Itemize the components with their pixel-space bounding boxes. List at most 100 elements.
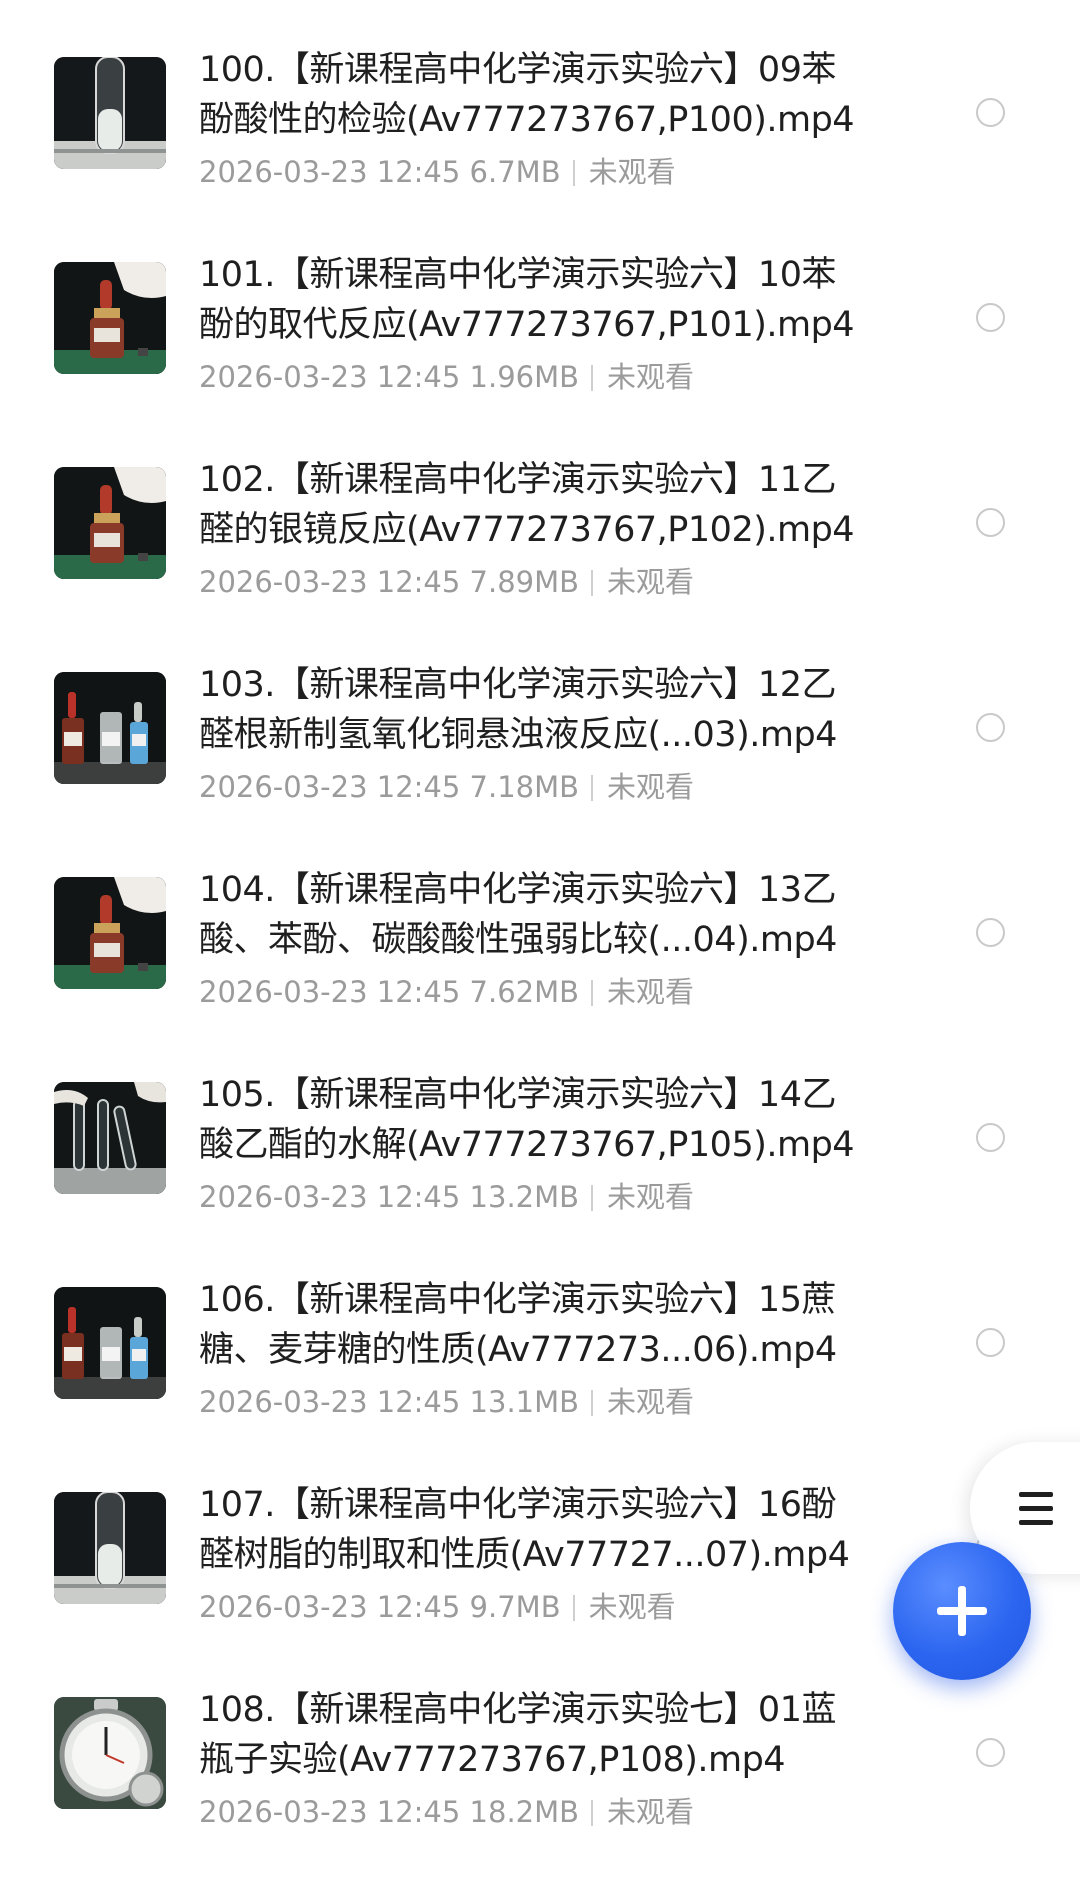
video-thumbnail[interactable]	[54, 1697, 166, 1809]
file-meta: 2026-03-23 12:45 9.7MB 未观看	[199, 1587, 676, 1627]
file-size: 9.7MB	[469, 1590, 561, 1624]
meta-divider	[591, 570, 594, 596]
thumbnail-test-tubes-image	[54, 1082, 166, 1194]
file-meta: 2026-03-23 12:45 7.62MB 未观看	[199, 972, 694, 1012]
file-row[interactable]: 104.【新课程高中化学演示实验六】13乙 酸、苯酚、碳酸酸性强弱比较(...04…	[0, 870, 1080, 1082]
video-thumbnail[interactable]	[54, 467, 166, 579]
file-meta: 2026-03-23 12:45 7.89MB 未观看	[199, 562, 694, 602]
file-title-line2: 醛树脂的制取和性质(Av77727...07).mp4	[199, 1535, 850, 1575]
file-title-line2: 酸乙酯的水解(Av777273767,P105).mp4	[199, 1125, 855, 1165]
select-radio-icon[interactable]	[976, 918, 1005, 947]
file-date: 2026-03-23 12:45	[199, 1180, 461, 1214]
watch-status: 未观看	[607, 1795, 695, 1829]
file-meta: 2026-03-23 12:45 6.7MB 未观看	[199, 152, 676, 192]
meta-divider	[572, 1595, 575, 1621]
thumbnail-dropper-bottle-image	[54, 467, 166, 579]
file-title-line1: 105.【新课程高中化学演示实验六】14乙	[199, 1075, 836, 1115]
file-row[interactable]: 101.【新课程高中化学演示实验六】10苯 酚的取代反应(Av777273767,…	[0, 255, 1080, 467]
file-title-line1: 107.【新课程高中化学演示实验六】16酚	[199, 1485, 836, 1525]
meta-divider	[591, 1185, 594, 1211]
video-thumbnail[interactable]	[54, 262, 166, 374]
file-title[interactable]: 102.【新课程高中化学演示实验六】11乙 醛的银镜反应(Av777273767,…	[199, 455, 879, 555]
watch-status: 未观看	[607, 975, 695, 1009]
thumbnail-dropper-bottle-image	[54, 262, 166, 374]
meta-divider	[591, 1390, 594, 1416]
file-title-line1: 104.【新课程高中化学演示实验六】13乙	[199, 870, 836, 910]
watch-status: 未观看	[607, 1180, 695, 1214]
file-title[interactable]: 100.【新课程高中化学演示实验六】09苯 酚酸性的检验(Av777273767,…	[199, 45, 879, 145]
video-thumbnail[interactable]	[54, 877, 166, 989]
file-title[interactable]: 105.【新课程高中化学演示实验六】14乙 酸乙酯的水解(Av777273767,…	[199, 1070, 879, 1170]
file-title-line2: 醛的银镜反应(Av777273767,P102).mp4	[199, 510, 855, 550]
file-title-line2: 瓶子实验(Av777273767,P108).mp4	[199, 1740, 786, 1780]
select-radio-icon[interactable]	[976, 508, 1005, 537]
file-meta: 2026-03-23 12:45 7.18MB 未观看	[199, 767, 694, 807]
file-title[interactable]: 108.【新课程高中化学演示实验七】01蓝 瓶子实验(Av777273767,P1…	[199, 1685, 879, 1785]
file-size: 18.2MB	[469, 1795, 580, 1829]
file-row[interactable]: 102.【新课程高中化学演示实验六】11乙 醛的银镜反应(Av777273767,…	[0, 460, 1080, 672]
watch-status: 未观看	[607, 360, 695, 394]
file-size: 7.62MB	[469, 975, 580, 1009]
file-title[interactable]: 104.【新课程高中化学演示实验六】13乙 酸、苯酚、碳酸酸性强弱比较(...04…	[199, 865, 879, 965]
add-button[interactable]	[893, 1542, 1031, 1680]
file-title[interactable]: 103.【新课程高中化学演示实验六】12乙 醛根新制氢氧化铜悬浊液反应(...03…	[199, 660, 879, 760]
video-thumbnail[interactable]	[54, 1082, 166, 1194]
file-row[interactable]: 106.【新课程高中化学演示实验六】15蔗 糖、麦芽糖的性质(Av777273..…	[0, 1280, 1080, 1492]
select-radio-icon[interactable]	[976, 1123, 1005, 1152]
file-date: 2026-03-23 12:45	[199, 360, 461, 394]
watch-status: 未观看	[588, 155, 676, 189]
video-thumbnail[interactable]	[54, 57, 166, 169]
select-radio-icon[interactable]	[976, 1738, 1005, 1767]
file-size: 13.2MB	[469, 1180, 580, 1214]
video-thumbnail[interactable]	[54, 672, 166, 784]
select-radio-icon[interactable]	[976, 713, 1005, 742]
meta-divider	[591, 775, 594, 801]
file-row[interactable]: 108.【新课程高中化学演示实验七】01蓝 瓶子实验(Av777273767,P1…	[0, 1690, 1080, 1902]
file-date: 2026-03-23 12:45	[199, 1385, 461, 1419]
menu-icon[interactable]	[1019, 1492, 1053, 1528]
file-size: 13.1MB	[469, 1385, 580, 1419]
meta-divider	[572, 160, 575, 186]
meta-divider	[591, 1800, 594, 1826]
file-title-line1: 106.【新课程高中化学演示实验六】15蔗	[199, 1280, 836, 1320]
file-row[interactable]: 100.【新课程高中化学演示实验六】09苯 酚酸性的检验(Av777273767,…	[0, 50, 1080, 262]
file-title-line1: 101.【新课程高中化学演示实验六】10苯	[199, 255, 836, 295]
meta-divider	[591, 980, 594, 1006]
file-title[interactable]: 106.【新课程高中化学演示实验六】15蔗 糖、麦芽糖的性质(Av777273..…	[199, 1275, 879, 1375]
thumbnail-reagent-bottles-image	[54, 1287, 166, 1399]
watch-status: 未观看	[607, 565, 695, 599]
file-title[interactable]: 101.【新课程高中化学演示实验六】10苯 酚的取代反应(Av777273767,…	[199, 250, 879, 350]
file-date: 2026-03-23 12:45	[199, 770, 461, 804]
thumbnail-test-tube-image	[54, 57, 166, 169]
thumbnail-stopwatch-image	[54, 1697, 166, 1809]
select-radio-icon[interactable]	[976, 303, 1005, 332]
file-title-line1: 103.【新课程高中化学演示实验六】12乙	[199, 665, 836, 705]
thumbnail-test-tube-image	[54, 1492, 166, 1604]
file-title-line1: 100.【新课程高中化学演示实验六】09苯	[199, 50, 836, 90]
file-meta: 2026-03-23 12:45 13.2MB 未观看	[199, 1177, 694, 1217]
file-title-line2: 糖、麦芽糖的性质(Av777273...06).mp4	[199, 1330, 837, 1370]
select-radio-icon[interactable]	[976, 98, 1005, 127]
file-title[interactable]: 107.【新课程高中化学演示实验六】16酚 醛树脂的制取和性质(Av77727..…	[199, 1480, 879, 1580]
video-thumbnail[interactable]	[54, 1492, 166, 1604]
file-title-line2: 酸、苯酚、碳酸酸性强弱比较(...04).mp4	[199, 920, 837, 960]
select-radio-icon[interactable]	[976, 1328, 1005, 1357]
file-row[interactable]: 103.【新课程高中化学演示实验六】12乙 醛根新制氢氧化铜悬浊液反应(...03…	[0, 665, 1080, 877]
file-date: 2026-03-23 12:45	[199, 155, 461, 189]
file-size: 7.89MB	[469, 565, 580, 599]
video-thumbnail[interactable]	[54, 1287, 166, 1399]
file-meta: 2026-03-23 12:45 18.2MB 未观看	[199, 1792, 694, 1832]
file-size: 7.18MB	[469, 770, 580, 804]
file-title-line1: 108.【新课程高中化学演示实验七】01蓝	[199, 1690, 836, 1730]
file-title-line2: 酚的取代反应(Av777273767,P101).mp4	[199, 305, 855, 345]
file-date: 2026-03-23 12:45	[199, 975, 461, 1009]
file-meta: 2026-03-23 12:45 1.96MB 未观看	[199, 357, 694, 397]
thumbnail-dropper-bottle-image	[54, 877, 166, 989]
file-size: 1.96MB	[469, 360, 580, 394]
file-date: 2026-03-23 12:45	[199, 1590, 461, 1624]
file-title-line2: 酚酸性的检验(Av777273767,P100).mp4	[199, 100, 855, 140]
file-date: 2026-03-23 12:45	[199, 1795, 461, 1829]
file-size: 6.7MB	[469, 155, 561, 189]
file-title-line2: 醛根新制氢氧化铜悬浊液反应(...03).mp4	[199, 715, 837, 755]
file-row[interactable]: 105.【新课程高中化学演示实验六】14乙 酸乙酯的水解(Av777273767,…	[0, 1075, 1080, 1287]
